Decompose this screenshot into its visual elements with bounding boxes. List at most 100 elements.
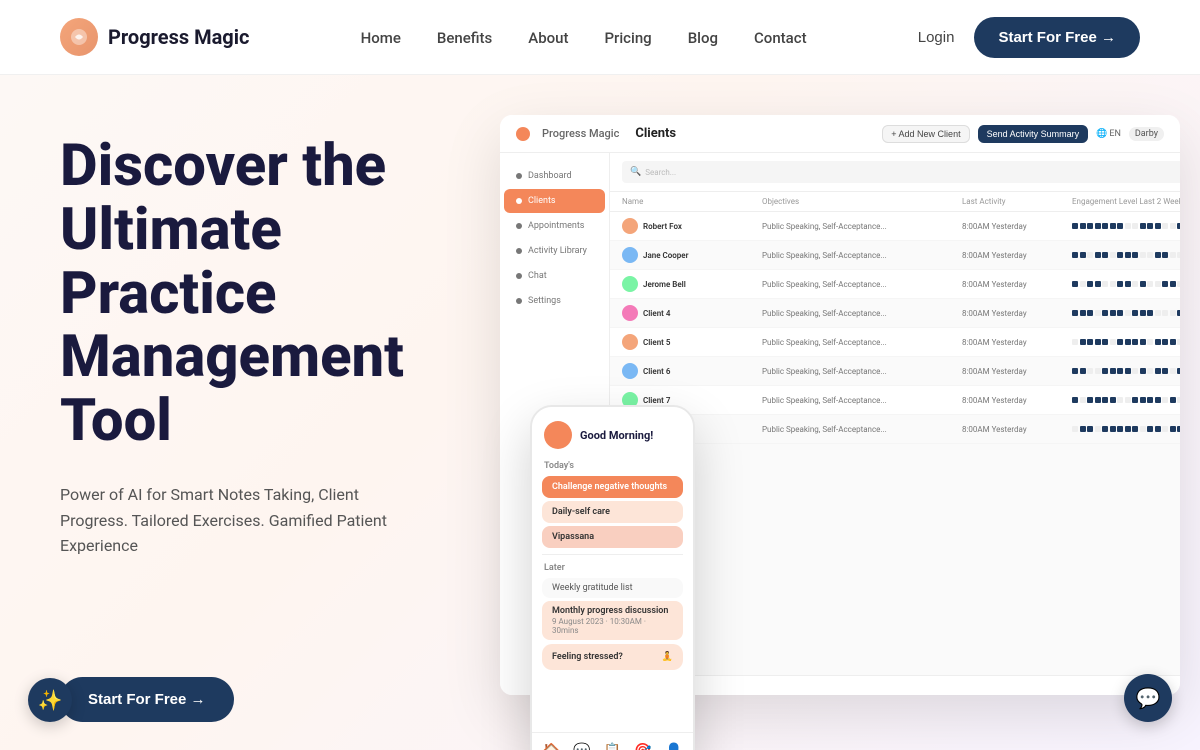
send-activity-button[interactable]: Send Activity Summary [978,125,1089,143]
client-name: Client 5 [622,334,762,350]
engagement-square [1155,252,1161,258]
sidebar-item-activity-library[interactable]: Activity Library [504,239,605,263]
table-row[interactable]: Jerome Bell Public Speaking, Self-Accept… [610,270,1180,299]
engagement-square [1102,252,1108,258]
mascot-float-button[interactable]: ✨ [28,678,72,722]
nav-blog[interactable]: Blog [688,29,718,47]
sidebar-item-appointments[interactable]: Appointments [504,214,605,238]
main-section: Discover the Ultimate Practice Managemen… [0,75,1200,750]
engagement-square [1072,368,1078,374]
hero-left: Discover the Ultimate Practice Managemen… [0,75,480,750]
engagement-square [1102,426,1108,432]
client-last-activity: 8:00AM Yesterday [962,396,1072,405]
engagement-square [1155,339,1161,345]
sidebar-item-clients[interactable]: Clients [504,189,605,213]
engagement-square [1177,397,1180,403]
dash-page-title: Clients [635,126,676,141]
engagement-square [1072,252,1078,258]
client-name-text: Client 5 [643,338,670,347]
engagement-square [1155,223,1161,229]
clients-table: Name Objectives Last Activity Engagement… [610,192,1180,675]
nav-home[interactable]: Home [361,29,401,47]
table-row[interactable]: Jane Cooper Public Speaking, Self-Accept… [610,241,1180,270]
engagement-square [1155,281,1161,287]
engagement-square [1087,339,1093,345]
logo[interactable]: Progress Magic [60,18,249,56]
engagement-square [1110,310,1116,316]
nav-about[interactable]: About [528,29,568,47]
mobile-task-later-1[interactable]: Weekly gratitude list [542,578,683,598]
nav-contact[interactable]: Contact [754,29,807,47]
hero-subtitle-text: Power of AI for Smart Notes Taking, Clie… [60,485,387,555]
mobile-task-2[interactable]: Daily-self care [542,501,683,523]
col-objectives: Objectives [762,197,962,206]
mobile-nav-home-icon[interactable]: 🏠 [543,743,560,750]
client-last-activity: 8:00AM Yesterday [962,338,1072,347]
engagement-square [1110,339,1116,345]
table-row[interactable]: Client 4 Public Speaking, Self-Acceptanc… [610,299,1180,328]
engagement-bar [1072,339,1180,345]
engagement-square [1117,310,1123,316]
engagement-square [1087,368,1093,374]
add-client-button[interactable]: + Add New Client [882,125,969,143]
table-row[interactable]: Client 5 Public Speaking, Self-Acceptanc… [610,328,1180,357]
chat-icon: 💬 [1136,686,1161,710]
nav-pricing[interactable]: Pricing [604,29,651,47]
client-avatar [622,363,638,379]
engagement-bar [1072,223,1180,229]
dash-logo-name: Progress Magic [542,127,619,140]
table-row[interactable]: Client 7 Public Speaking, Self-Acceptanc… [610,386,1180,415]
mobile-appointment: Monthly progress discussion 9 August 202… [542,601,683,640]
engagement-square [1080,397,1086,403]
mobile-nav-goals-icon[interactable]: 🎯 [634,743,651,750]
table-row[interactable]: Client 6 Public Speaking, Self-Acceptanc… [610,357,1180,386]
sidebar-item-chat[interactable]: Chat [504,264,605,288]
engagement-square [1132,281,1138,287]
engagement-square [1162,310,1168,316]
client-last-activity: 8:00AM Yesterday [962,251,1072,260]
engagement-square [1080,252,1086,258]
client-name-text: Client 7 [643,396,670,405]
engagement-square [1162,368,1168,374]
table-row[interactable]: Robert Fox Public Speaking, Self-Accepta… [610,212,1180,241]
engagement-square [1147,426,1153,432]
mobile-today-label: Today's [532,457,693,473]
sidebar-item-dashboard[interactable]: Dashboard [504,164,605,188]
chat-float-button[interactable]: 💬 [1124,674,1172,722]
col-engagement: Engagement Level Last 2 Weeks [1072,197,1180,206]
mobile-task-3[interactable]: Vipassana [542,526,683,548]
hero-cta-button[interactable]: Start For Free → [60,677,234,722]
engagement-square [1117,426,1123,432]
engagement-square [1155,368,1161,374]
sidebar-dot [516,273,522,279]
pagination: 1-10 of 142 [610,675,1180,695]
engagement-square [1177,252,1180,258]
client-avatar [622,334,638,350]
engagement-square [1080,281,1086,287]
engagement-square [1170,368,1176,374]
login-button[interactable]: Login [918,29,955,46]
sidebar-item-settings[interactable]: Settings [504,289,605,313]
client-last-activity: 8:00AM Yesterday [962,280,1072,289]
engagement-square [1125,310,1131,316]
mobile-nav-tasks-icon[interactable]: 📋 [604,743,621,750]
engagement-square [1087,397,1093,403]
mobile-cta-card[interactable]: Feeling stressed? 🧘 [542,644,683,670]
mobile-nav-chat-icon[interactable]: 💬 [573,743,590,750]
engagement-square [1110,252,1116,258]
dash-content-header: 🔍 Search... Filter ▾ [610,153,1180,192]
engagement-square [1095,368,1101,374]
globe-icon: 🌐 [1096,129,1107,139]
table-row[interactable]: Client 8 Public Speaking, Self-Acceptanc… [610,415,1180,444]
sidebar-dot [516,298,522,304]
client-search[interactable]: 🔍 Search... [622,161,1180,183]
nav-benefits[interactable]: Benefits [437,29,492,47]
engagement-square [1087,426,1093,432]
mobile-nav-profile-icon[interactable]: 👤 [665,743,682,750]
engagement-square [1102,339,1108,345]
engagement-square [1140,281,1146,287]
engagement-square [1170,252,1176,258]
nav-cta-button[interactable]: Start For Free → [974,17,1140,58]
mobile-task-1[interactable]: Challenge negative thoughts [542,476,683,498]
client-name: Client 4 [622,305,762,321]
